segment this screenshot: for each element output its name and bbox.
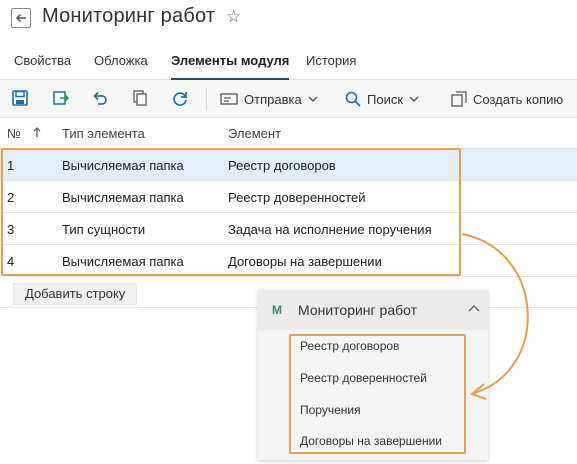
tab-cover[interactable]: Обложка: [94, 53, 148, 80]
add-row-button[interactable]: Добавить строку: [13, 283, 138, 305]
chevron-down-icon: [409, 96, 419, 102]
row-type: Тип сущности: [62, 222, 146, 237]
search-icon: [345, 91, 361, 107]
column-header-element[interactable]: Элемент: [228, 126, 281, 141]
chevron-up-icon[interactable]: [468, 304, 480, 312]
menu-preview-item[interactable]: Реестр доверенностей: [300, 371, 427, 385]
send-label: Отправка: [244, 91, 302, 107]
menu-preview-header[interactable]: M Мониторинг работ: [258, 290, 488, 330]
page-title: Мониторинг работ: [42, 5, 216, 27]
row-number: 2: [7, 190, 15, 205]
create-copy-label: Создать копию: [473, 91, 564, 107]
save-and-close-icon[interactable]: [51, 88, 71, 108]
create-copy-button[interactable]: Создать копию: [451, 87, 563, 111]
row-number: 1: [7, 158, 15, 173]
search-label: Поиск: [367, 91, 404, 107]
search-dropdown-button[interactable]: Поиск: [345, 87, 425, 111]
sort-ascending-icon: [33, 127, 41, 137]
row-type: Вычисляемая папка: [62, 190, 184, 205]
tab-properties[interactable]: Свойства: [14, 53, 71, 80]
page-header: Мониторинг работ ☆: [0, 0, 577, 38]
menu-preview-item[interactable]: Реестр договоров: [300, 339, 399, 353]
tab-bar: Свойства Обложка Элементы модуля История: [0, 44, 577, 80]
module-menu-preview: M Мониторинг работ Реестр договоров Реес…: [258, 290, 488, 460]
menu-preview-item[interactable]: Договоры на завершении: [300, 434, 442, 448]
row-element: Реестр доверенностей: [228, 190, 366, 205]
send-dropdown-button[interactable]: Отправка: [220, 87, 324, 111]
star-outline-icon[interactable]: ☆: [226, 7, 241, 27]
create-copy-icon: [451, 91, 467, 107]
menu-preview-title: Мониторинг работ: [298, 302, 418, 318]
save-icon[interactable]: [10, 88, 30, 108]
table-row[interactable]: 4 Вычисляемая папка Договоры на завершен…: [0, 245, 577, 277]
table-row[interactable]: 2 Вычисляемая папка Реестр доверенностей: [0, 181, 577, 213]
menu-preview-item[interactable]: Поручения: [300, 403, 361, 417]
send-icon: [220, 93, 238, 105]
arrow-left-icon: [15, 13, 26, 23]
module-letter-icon: M: [272, 303, 282, 317]
row-number: 4: [7, 254, 15, 269]
tab-module-elements[interactable]: Элементы модуля: [171, 53, 290, 80]
column-header-number[interactable]: №: [7, 126, 41, 141]
row-type: Вычисляемая папка: [62, 158, 184, 173]
toolbar-divider: [206, 88, 207, 110]
back-button[interactable]: [11, 8, 31, 28]
undo-icon[interactable]: [90, 88, 110, 108]
row-element: Задача на исполнение поручения: [228, 222, 432, 237]
row-type: Вычисляемая папка: [62, 254, 184, 269]
chevron-down-icon: [308, 96, 318, 102]
row-element: Договоры на завершении: [228, 254, 382, 269]
table-header: № Тип элемента Элемент: [0, 118, 577, 149]
row-number: 3: [7, 222, 15, 237]
tab-history[interactable]: История: [306, 53, 356, 80]
copy-icon[interactable]: [130, 88, 150, 108]
column-number-label: №: [7, 126, 21, 141]
table-row[interactable]: 3 Тип сущности Задача на исполнение пору…: [0, 213, 577, 245]
refresh-icon[interactable]: [170, 88, 190, 108]
row-element: Реестр договоров: [228, 158, 336, 173]
column-header-type[interactable]: Тип элемента: [62, 126, 145, 141]
toolbar: Отправка Поиск Создать копию: [0, 80, 577, 118]
table-row[interactable]: 1 Вычисляемая папка Реестр договоров: [0, 149, 577, 181]
